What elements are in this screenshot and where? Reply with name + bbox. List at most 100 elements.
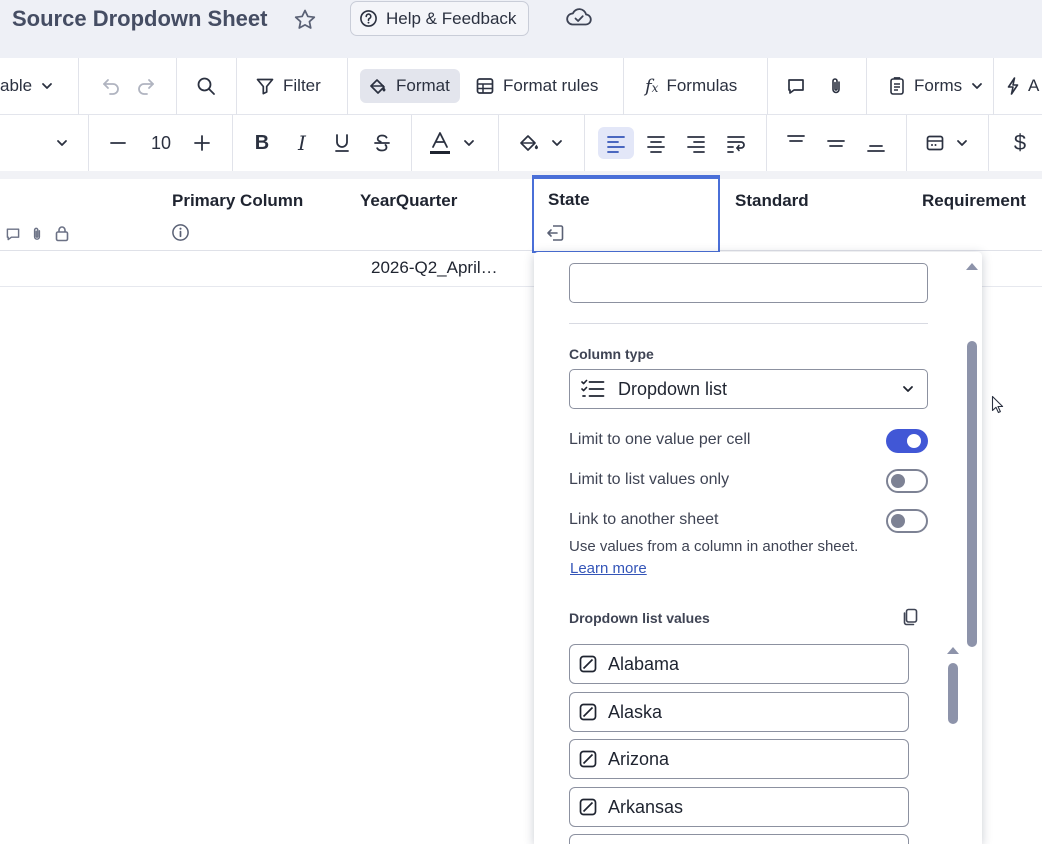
sheet-title[interactable]: Source Dropdown Sheet bbox=[12, 6, 267, 32]
font-family-dropdown[interactable] bbox=[50, 127, 74, 159]
text-color-icon bbox=[428, 130, 452, 156]
increase-font-size-button[interactable] bbox=[190, 127, 214, 159]
formulas-label: Formulas bbox=[666, 76, 738, 95]
automation-label: A bbox=[1028, 76, 1040, 95]
info-icon[interactable] bbox=[171, 223, 190, 242]
column-type-value: Dropdown list bbox=[618, 378, 728, 399]
column-header-yearquarter[interactable]: YearQuarter bbox=[360, 191, 457, 211]
toolbar-divider bbox=[236, 58, 237, 115]
column-type-label: Column type bbox=[569, 346, 654, 362]
toolbar-divider bbox=[498, 115, 499, 171]
scroll-up-arrow-icon[interactable] bbox=[965, 261, 979, 271]
chevron-down-icon bbox=[970, 79, 984, 93]
align-right-icon[interactable] bbox=[684, 127, 708, 159]
toolbar-divider bbox=[767, 58, 768, 115]
valign-bottom-icon[interactable] bbox=[864, 127, 888, 159]
form-icon bbox=[888, 76, 906, 96]
fill-color-button[interactable] bbox=[516, 127, 566, 159]
format-toolbar: 10 B I $ bbox=[0, 115, 1042, 171]
dropdown-value-item[interactable]: Arizona bbox=[569, 739, 909, 779]
minus-icon bbox=[109, 134, 127, 152]
filter-button[interactable]: Filter bbox=[255, 69, 321, 103]
one-value-per-cell-toggle[interactable] bbox=[886, 429, 928, 453]
search-icon[interactable] bbox=[195, 69, 217, 103]
toolbar-divider bbox=[584, 115, 585, 171]
comment-icon[interactable] bbox=[786, 69, 806, 103]
dropdown-value-item[interactable]: Alabama bbox=[569, 644, 909, 684]
chevron-down-icon bbox=[55, 136, 69, 150]
valign-middle-icon[interactable] bbox=[824, 127, 848, 159]
align-center-icon[interactable] bbox=[644, 127, 668, 159]
bold-icon[interactable]: B bbox=[250, 127, 274, 159]
link-another-sheet-label: Link to another sheet bbox=[569, 511, 719, 528]
lightning-icon bbox=[1006, 76, 1020, 96]
format-button[interactable]: Format bbox=[360, 69, 460, 103]
toggle-knob bbox=[891, 474, 905, 488]
cell-yearquarter[interactable]: 2026-Q2_April… bbox=[371, 258, 498, 278]
undo-icon[interactable] bbox=[100, 69, 122, 103]
align-left-icon[interactable] bbox=[598, 127, 634, 159]
dropdown-value-item[interactable]: Arkansas bbox=[569, 787, 909, 827]
filter-label: Filter bbox=[283, 76, 321, 95]
dropdown-values-label: Dropdown list values bbox=[569, 610, 710, 626]
toggle-knob bbox=[907, 434, 921, 448]
help-feedback-button[interactable]: Help & Feedback bbox=[350, 1, 529, 36]
format-rules-button[interactable]: Format rules bbox=[475, 69, 598, 103]
column-type-select[interactable]: Dropdown list bbox=[569, 369, 928, 409]
chevron-down-icon bbox=[955, 136, 969, 150]
cloud-sync-icon[interactable] bbox=[565, 5, 593, 29]
toolbar-divider bbox=[988, 115, 989, 171]
one-value-per-cell-label: Limit to one value per cell bbox=[569, 431, 751, 448]
valign-top-icon[interactable] bbox=[784, 127, 808, 159]
dropdown-value-item-partial[interactable] bbox=[569, 834, 909, 844]
values-list-scrollbar[interactable] bbox=[948, 663, 958, 724]
paperclip-icon bbox=[29, 226, 45, 242]
formulas-button[interactable]: fx Formulas bbox=[645, 69, 737, 103]
text-color-button[interactable] bbox=[428, 127, 476, 159]
format-label: Format bbox=[396, 76, 450, 95]
dropdown-value-text: Alabama bbox=[608, 653, 680, 674]
decrease-font-size-button[interactable] bbox=[106, 127, 130, 159]
dropdown-value-item[interactable]: Alaska bbox=[569, 692, 909, 732]
toolbar-divider bbox=[623, 58, 624, 115]
fx-icon: fx bbox=[645, 75, 659, 97]
column-header-standard[interactable]: Standard bbox=[735, 191, 809, 211]
currency-format-button[interactable]: $ bbox=[1008, 127, 1032, 159]
filter-icon bbox=[255, 76, 275, 96]
font-size-input[interactable]: 10 bbox=[145, 127, 177, 159]
toolbar-divider bbox=[232, 115, 233, 171]
chevron-down-icon bbox=[550, 136, 564, 150]
chevron-down-icon bbox=[462, 136, 476, 150]
column-header-state-selected[interactable]: State bbox=[532, 175, 720, 253]
scroll-up-arrow-icon[interactable] bbox=[946, 645, 960, 655]
date-format-button[interactable] bbox=[922, 127, 972, 159]
automation-button[interactable]: A bbox=[1006, 69, 1039, 103]
column-header-primary[interactable]: Primary Column bbox=[172, 191, 303, 211]
forms-label: Forms bbox=[914, 76, 963, 95]
paperclip-icon[interactable] bbox=[826, 69, 846, 103]
italic-icon[interactable]: I bbox=[290, 127, 314, 159]
copy-icon[interactable] bbox=[900, 607, 920, 627]
underline-icon[interactable] bbox=[330, 127, 354, 159]
lock-icon bbox=[54, 225, 70, 242]
panel-scrollbar[interactable] bbox=[967, 341, 977, 647]
toolbar-divider bbox=[78, 58, 79, 115]
forms-button[interactable]: Forms bbox=[888, 69, 984, 103]
link-another-sheet-toggle[interactable] bbox=[886, 509, 928, 533]
view-menu-button[interactable]: able bbox=[0, 69, 54, 103]
column-move-icon[interactable] bbox=[545, 223, 565, 243]
strikethrough-icon[interactable] bbox=[370, 127, 394, 159]
main-toolbar: able Filter Format Format rules fx Formu… bbox=[0, 58, 1042, 115]
panel-divider bbox=[569, 323, 928, 324]
column-header-requirement[interactable]: Requirement bbox=[922, 191, 1026, 211]
list-values-only-toggle[interactable] bbox=[886, 469, 928, 493]
toggle-knob bbox=[891, 514, 905, 528]
learn-more-link[interactable]: Learn more bbox=[570, 560, 647, 577]
grid-spacer bbox=[0, 171, 1042, 179]
redo-icon[interactable] bbox=[135, 69, 157, 103]
no-color-icon bbox=[578, 702, 598, 722]
wrap-text-icon[interactable] bbox=[724, 127, 748, 159]
description-textarea[interactable] bbox=[569, 263, 928, 303]
help-feedback-label: Help & Feedback bbox=[386, 8, 517, 28]
star-icon[interactable] bbox=[292, 7, 318, 33]
